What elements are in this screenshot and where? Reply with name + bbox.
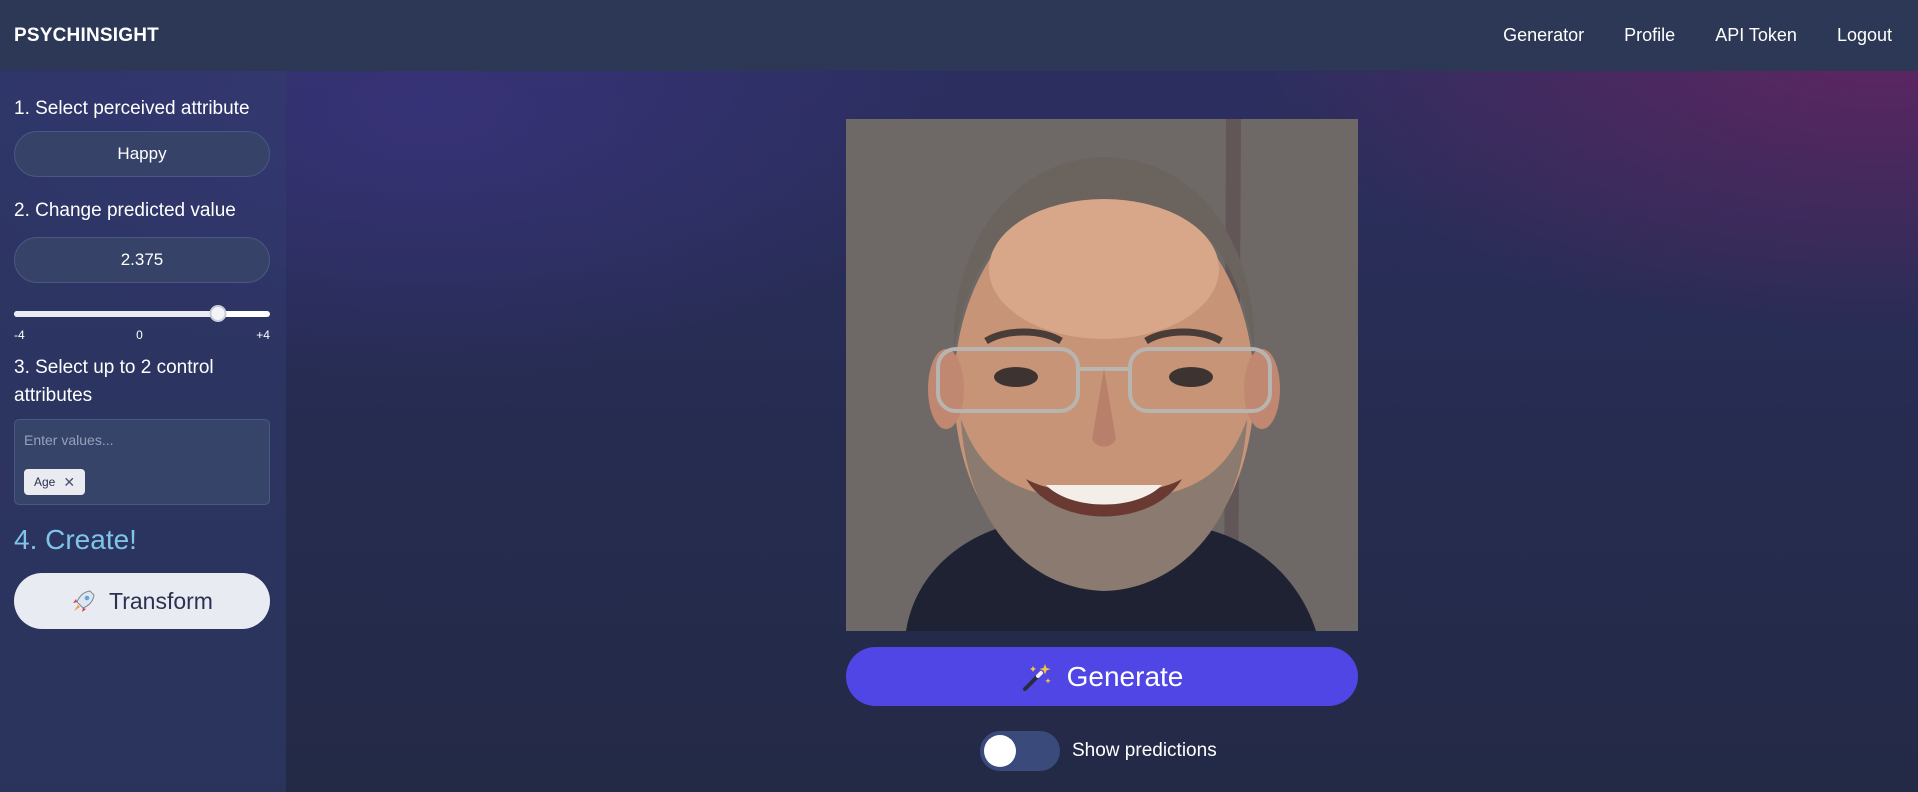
transform-button[interactable]: Transform <box>14 573 270 629</box>
step2-label: 2. Change predicted value <box>14 200 236 221</box>
slider-max-label: +4 <box>256 328 270 342</box>
predicted-value-slider[interactable] <box>14 304 270 324</box>
generate-label: Generate <box>1066 660 1184 692</box>
close-icon[interactable]: ✕ <box>63 475 75 489</box>
slider-min-label: -4 <box>14 328 25 342</box>
slider-fill <box>14 311 218 317</box>
transform-label: Transform <box>109 587 213 614</box>
tag-chip-label: Age <box>34 475 56 489</box>
rocket-icon <box>73 590 95 612</box>
step3-label: 3. Select up to 2 control attributes <box>14 357 214 406</box>
generated-face-image <box>846 119 1358 631</box>
nav-links: Generator Profile API Token Logout <box>1483 25 1904 46</box>
attribute-select[interactable]: Happy <box>14 131 270 177</box>
step1-label: 1. Select perceived attribute <box>14 98 250 119</box>
slider-tick-labels: -4 0 +4 <box>14 328 270 342</box>
control-attributes-input[interactable]: Enter values... Age ✕ <box>14 419 270 505</box>
nav-link-generator[interactable]: Generator <box>1483 25 1604 46</box>
step4-label: 4. Create! <box>14 524 137 555</box>
top-navbar: PSYCHINSIGHT Generator Profile API Token… <box>0 0 1918 71</box>
tag-chip-age[interactable]: Age ✕ <box>24 469 86 495</box>
show-predictions-label: Show predictions <box>1072 740 1217 761</box>
slider-thumb[interactable] <box>209 305 227 322</box>
sidebar: 1. Select perceived attribute Happy 2. C… <box>0 71 286 792</box>
predicted-value-input[interactable]: 2.375 <box>14 237 270 283</box>
face-illustration <box>846 119 1358 631</box>
nav-link-api-token[interactable]: API Token <box>1695 25 1817 46</box>
toggle-knob <box>984 735 1016 767</box>
nav-link-logout[interactable]: Logout <box>1817 25 1904 46</box>
slider-mid-label: 0 <box>136 328 143 342</box>
show-predictions-row: Show predictions <box>980 731 1217 771</box>
show-predictions-toggle[interactable] <box>980 731 1060 771</box>
control-attributes-placeholder: Enter values... <box>24 432 114 448</box>
nav-link-profile[interactable]: Profile <box>1604 25 1695 46</box>
brand-logo[interactable]: PSYCHINSIGHT <box>14 25 159 47</box>
generate-button[interactable]: Generate <box>846 647 1358 706</box>
magic-wand-icon <box>1022 663 1051 691</box>
